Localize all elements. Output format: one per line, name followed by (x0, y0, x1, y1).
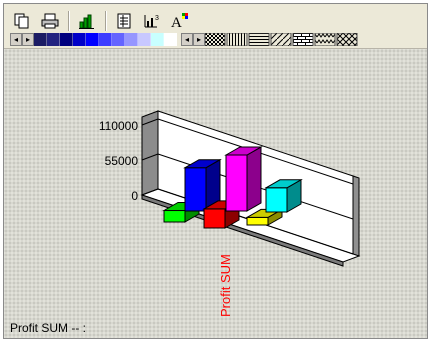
font-icon[interactable]: A (168, 10, 192, 32)
copy-icon[interactable] (10, 10, 34, 32)
diagonal-pattern (270, 33, 292, 46)
color-swatch[interactable] (112, 33, 125, 46)
pattern-swatches (205, 33, 359, 46)
color-swatch[interactable] (86, 33, 99, 46)
color-swatch[interactable] (99, 33, 112, 46)
font-icon-letter: A (171, 15, 182, 30)
bar-front (184, 167, 207, 212)
chart-window: 3 A ◂ ▸ ◂ ▸ 110000 55000 0 Profit SUM Pr… (3, 3, 428, 339)
palette-scroll-left-icon[interactable]: ◂ (10, 33, 22, 46)
color-swatch[interactable] (151, 33, 164, 46)
toolbar-separator (68, 11, 69, 31)
color-swatch[interactable] (138, 33, 151, 46)
y-tick-label: 55000 (105, 154, 139, 168)
chart-right-edge (352, 175, 360, 257)
tool-row: 3 A (10, 8, 196, 34)
chart-area: 110000 55000 0 Profit SUM Profit SUM -- : (4, 49, 427, 338)
palette-row: ◂ ▸ ◂ ▸ (10, 33, 359, 46)
bar-side (246, 146, 262, 212)
bar-front (265, 187, 288, 213)
y-tick-label: 110000 (99, 119, 138, 133)
horizontal-lines-pattern (248, 33, 270, 46)
chart-type-icon[interactable] (75, 10, 99, 32)
cross-pattern (336, 33, 358, 46)
data-table-icon[interactable] (112, 10, 136, 32)
color-swatch[interactable] (60, 33, 73, 46)
y-axis-label: Profit SUM (218, 254, 233, 317)
color-swatches (34, 33, 177, 46)
bar-front (163, 210, 186, 223)
axis-labels-icon[interactable]: 3 (140, 10, 164, 32)
pattern-scroll-left-icon[interactable]: ◂ (181, 33, 193, 46)
palette-scroll-right-icon[interactable]: ▸ (22, 33, 34, 46)
wave-pattern (314, 33, 336, 46)
toolbar-separator (105, 11, 106, 31)
pattern-strip[interactable] (205, 33, 359, 46)
bar-front (246, 216, 269, 226)
color-swatch[interactable] (125, 33, 138, 46)
vertical-lines-pattern (226, 33, 248, 46)
color-swatch[interactable] (73, 33, 86, 46)
bar-chart-3d: 110000 55000 0 Profit SUM (99, 110, 361, 317)
checker-pattern (205, 33, 226, 46)
color-swatch[interactable] (47, 33, 60, 46)
print-icon[interactable] (38, 10, 62, 32)
bar-front (203, 208, 226, 229)
toolbar: 3 A ◂ ▸ ◂ ▸ (4, 4, 427, 49)
color-swatch[interactable] (34, 33, 47, 46)
y-tick-label: 0 (131, 189, 138, 203)
status-text: Profit SUM -- : (10, 321, 87, 335)
color-swatch[interactable] (164, 33, 177, 46)
pattern-scroll-right-icon[interactable]: ▸ (193, 33, 205, 46)
bar-front (225, 154, 248, 212)
brick-pattern (292, 33, 314, 46)
svg-text:3: 3 (155, 15, 159, 22)
